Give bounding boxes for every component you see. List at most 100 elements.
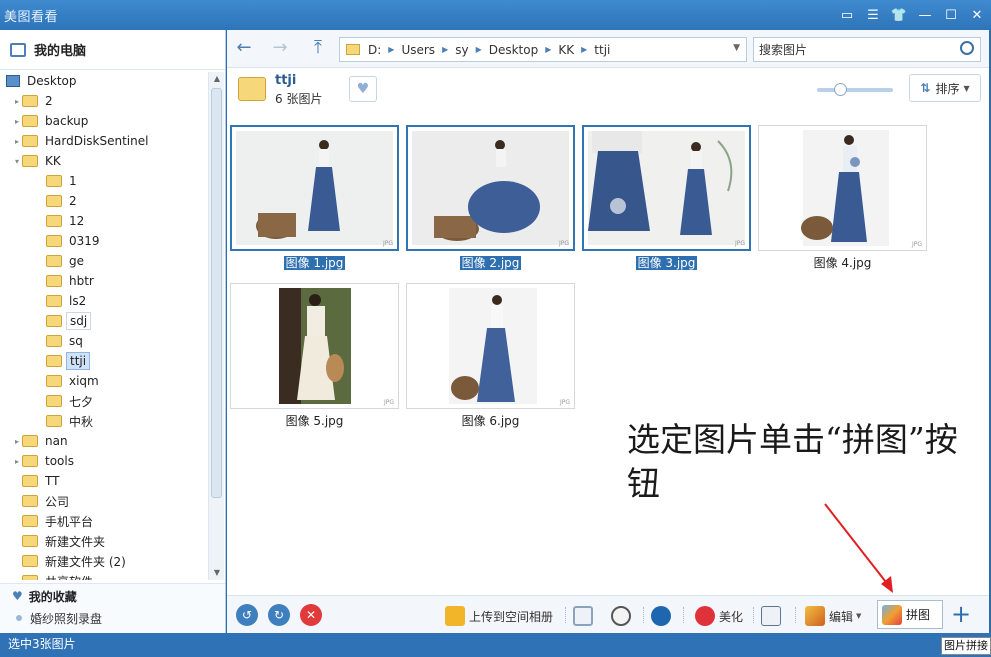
search-input[interactable]: 搜索图片 — [759, 41, 807, 58]
expand-right-icon[interactable]: ▸ — [12, 437, 22, 446]
tree-item[interactable]: TT — [0, 471, 208, 491]
tree-item-label: 七夕 — [69, 394, 94, 409]
close-icon[interactable]: ✕ — [967, 5, 987, 25]
tree-item[interactable]: 12 — [0, 211, 208, 231]
tree-item[interactable]: 1 — [0, 171, 208, 191]
tree-item[interactable]: ▸ 2 — [0, 91, 208, 111]
tree-item[interactable]: 手机平台 — [0, 511, 208, 531]
image-caption[interactable]: 图像 6.jpg — [406, 412, 575, 429]
folder-icon — [46, 195, 62, 207]
tree-item[interactable]: ▸ backup — [0, 111, 208, 131]
address-bar[interactable]: D: ▶ Users ▶ sy ▶ Desktop ▶ KK ▶ ttji ▼ — [339, 37, 747, 62]
tree-item[interactable]: ▸ tools — [0, 451, 208, 471]
scroll-up-icon[interactable]: ▲ — [209, 72, 225, 86]
tree-item-label: nan — [45, 434, 68, 448]
tree-item[interactable]: 新建文件夹 — [0, 531, 208, 551]
search-box[interactable]: 搜索图片 — [753, 37, 981, 62]
rotate-right-icon[interactable]: ↻ — [268, 604, 290, 626]
expand-down-icon[interactable]: ▾ — [12, 157, 22, 166]
edit-button[interactable]: 编辑 ▼ — [805, 605, 861, 627]
tree-item[interactable]: 七夕 — [0, 391, 208, 411]
image-thumbnail[interactable]: JPG — [758, 125, 927, 251]
search-icon[interactable] — [960, 41, 974, 55]
tree-item[interactable]: 2 — [0, 191, 208, 211]
collage-icon — [882, 604, 902, 625]
favorite-heart-button[interactable]: ♥ — [349, 76, 377, 102]
expand-right-icon[interactable]: ▸ — [12, 137, 22, 146]
chevron-down-icon[interactable]: ▼ — [733, 43, 740, 53]
path-segment[interactable]: Users — [401, 43, 435, 57]
tree-item[interactable]: hbtr — [0, 271, 208, 291]
my-computer-header[interactable]: 我的电脑 — [0, 30, 225, 70]
qzone-button[interactable] — [573, 605, 597, 627]
tree-item[interactable]: sq — [0, 331, 208, 351]
beautify-button[interactable]: 美化 — [695, 605, 743, 627]
minimize-icon[interactable]: — — [915, 5, 935, 25]
weibo-button[interactable] — [611, 605, 635, 627]
tree-item[interactable]: ttji — [0, 351, 208, 371]
folder-icon — [22, 495, 38, 507]
maximize-icon[interactable]: ☐ — [941, 5, 961, 25]
menu-icon[interactable]: ☰ — [863, 5, 883, 25]
skin-icon[interactable]: 👕 — [889, 5, 909, 25]
sort-button[interactable]: ⇅ 排序 ▼ — [909, 74, 981, 102]
image-thumbnail[interactable]: JPG — [230, 125, 399, 251]
path-segment[interactable]: ttji — [594, 43, 610, 57]
favorites-header[interactable]: ♥ 我的收藏 — [0, 584, 225, 608]
tree-item[interactable]: 0319 — [0, 231, 208, 251]
scroll-down-icon[interactable]: ▼ — [209, 566, 225, 580]
path-segment[interactable]: Desktop — [489, 43, 539, 57]
tree-item[interactable]: ls2 — [0, 291, 208, 311]
image-thumbnail[interactable]: JPG — [406, 125, 575, 251]
path-separator-icon: ▶ — [388, 45, 395, 54]
tree-item[interactable]: ▾ KK — [0, 151, 208, 171]
image-caption[interactable]: 图像 1.jpg — [230, 254, 399, 271]
tree-item[interactable]: 新建文件夹 (2) — [0, 551, 208, 571]
photo-image — [763, 130, 922, 246]
collage-label: 拼图 — [906, 608, 931, 622]
renren-button[interactable] — [651, 605, 675, 627]
add-icon[interactable]: + — [951, 601, 971, 627]
slideshow-button[interactable] — [761, 605, 785, 627]
image-caption[interactable]: 图像 3.jpg — [582, 254, 751, 271]
chat-icon[interactable]: ▭ — [837, 5, 857, 25]
folder-icon — [22, 515, 38, 527]
expand-right-icon[interactable]: ▸ — [12, 457, 22, 466]
tree-item[interactable]: 中秋 — [0, 411, 208, 431]
tree-item[interactable]: ▸ nan — [0, 431, 208, 451]
up-folder-icon[interactable]: ⤒ — [307, 38, 329, 60]
tree-item[interactable]: 公司 — [0, 491, 208, 511]
expand-right-icon[interactable]: ▸ — [12, 117, 22, 126]
image-caption[interactable]: 图像 2.jpg — [406, 254, 575, 271]
zoom-slider[interactable] — [817, 83, 893, 96]
tree-item[interactable]: 共享软件 — [0, 571, 208, 580]
tree-item[interactable]: Desktop — [0, 71, 208, 91]
tree-scrollbar[interactable]: ▲ ▼ — [208, 72, 224, 580]
path-segment[interactable]: sy — [455, 43, 468, 57]
tree-item[interactable]: xiqm — [0, 371, 208, 391]
back-arrow-icon[interactable]: ← — [233, 38, 255, 60]
tree-item-label: xiqm — [69, 374, 99, 388]
tree-item[interactable]: sdj — [0, 311, 208, 331]
favorite-item[interactable]: 婚纱照刻录盘 — [0, 608, 225, 628]
rotate-left-icon[interactable]: ↺ — [236, 604, 258, 626]
scroll-thumb[interactable] — [211, 88, 222, 498]
path-segment[interactable]: KK — [558, 43, 574, 57]
image-caption[interactable]: 图像 4.jpg — [758, 254, 927, 271]
window-controls: ▭ ☰ 👕 — ☐ ✕ — [837, 5, 987, 25]
sort-label: 排序 — [935, 81, 960, 96]
zoom-slider-knob[interactable] — [834, 83, 847, 96]
delete-icon[interactable]: ✕ — [300, 604, 322, 626]
tree-item[interactable]: ▸ HardDiskSentinel — [0, 131, 208, 151]
image-thumbnail[interactable]: JPG — [230, 283, 399, 409]
expand-right-icon[interactable]: ▸ — [12, 97, 22, 106]
image-caption[interactable]: 图像 5.jpg — [230, 412, 399, 429]
collage-button[interactable]: 拼图 — [877, 600, 943, 629]
image-thumbnail[interactable]: JPG — [406, 283, 575, 409]
tree-item-label: HardDiskSentinel — [45, 134, 149, 148]
image-thumbnail[interactable]: JPG — [582, 125, 751, 251]
tree-item[interactable]: ge — [0, 251, 208, 271]
forward-arrow-icon[interactable]: → — [269, 38, 291, 60]
upload-album-button[interactable]: 上传到空间相册 — [445, 605, 553, 627]
path-segment[interactable]: D: — [368, 43, 381, 57]
